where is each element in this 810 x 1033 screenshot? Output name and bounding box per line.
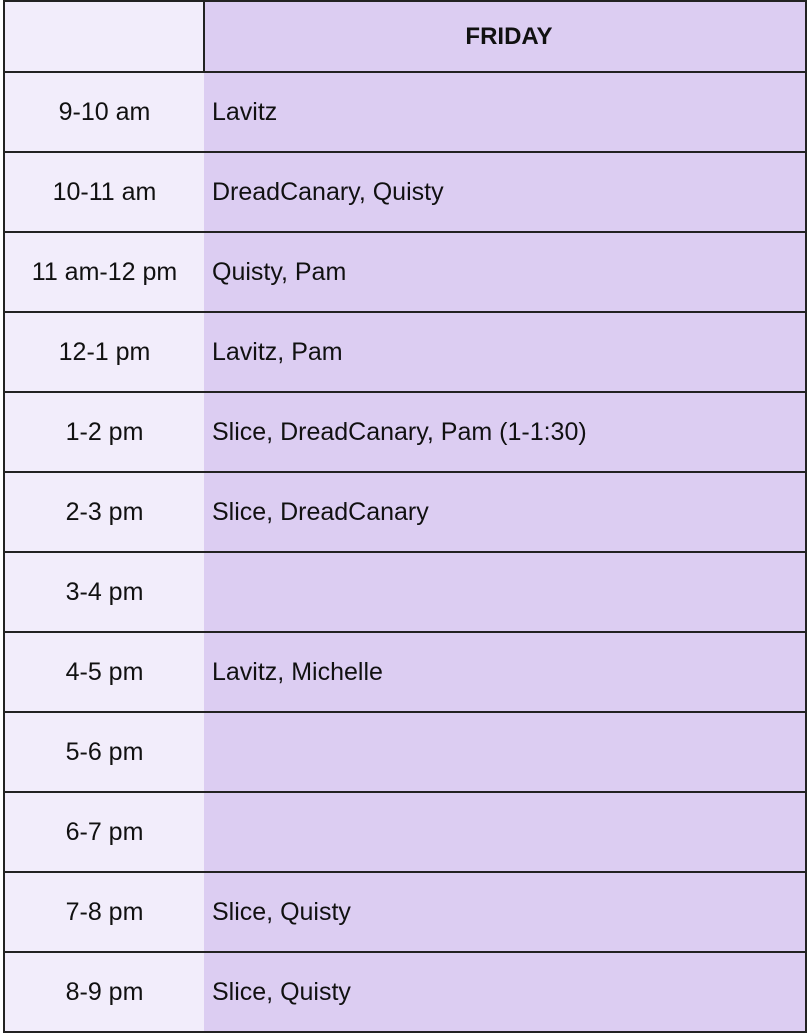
table-row: 4-5 pm Lavitz, Michelle <box>3 631 807 713</box>
corner-cell <box>3 0 205 73</box>
time-slot: 5-6 pm <box>3 711 204 793</box>
time-slot: 3-4 pm <box>3 551 204 633</box>
time-slot: 7-8 pm <box>3 871 204 953</box>
slot-names: Slice, Quisty <box>204 951 807 1033</box>
slot-names: Slice, DreadCanary <box>204 471 807 553</box>
time-slot: 9-10 am <box>3 71 204 153</box>
table-row: 2-3 pm Slice, DreadCanary <box>3 471 807 553</box>
time-slot: 10-11 am <box>3 151 204 233</box>
table-row: 8-9 pm Slice, Quisty <box>3 951 807 1033</box>
slot-names <box>204 551 807 633</box>
table-row: 3-4 pm <box>3 551 807 633</box>
slot-names: Slice, DreadCanary, Pam (1-1:30) <box>204 391 807 473</box>
table-row: 12-1 pm Lavitz, Pam <box>3 311 807 393</box>
time-slot: 12-1 pm <box>3 311 204 393</box>
slot-names: Lavitz, Michelle <box>204 631 807 713</box>
schedule-table: FRIDAY 9-10 am Lavitz 10-11 am DreadCana… <box>3 0 807 1033</box>
table-row: 6-7 pm <box>3 791 807 873</box>
table-row: 11 am-12 pm Quisty, Pam <box>3 231 807 313</box>
time-slot: 6-7 pm <box>3 791 204 873</box>
slot-names <box>204 791 807 873</box>
slot-names: Lavitz <box>204 71 807 153</box>
time-slot: 11 am-12 pm <box>3 231 204 313</box>
slot-names: Lavitz, Pam <box>204 311 807 393</box>
slot-names <box>204 711 807 793</box>
table-row: 10-11 am DreadCanary, Quisty <box>3 151 807 233</box>
header-row: FRIDAY <box>3 0 807 73</box>
time-slot: 1-2 pm <box>3 391 204 473</box>
table-row: 9-10 am Lavitz <box>3 71 807 153</box>
slot-names: DreadCanary, Quisty <box>204 151 807 233</box>
day-header-friday: FRIDAY <box>204 0 807 73</box>
time-slot: 4-5 pm <box>3 631 204 713</box>
table-row: 7-8 pm Slice, Quisty <box>3 871 807 953</box>
slot-names: Slice, Quisty <box>204 871 807 953</box>
slot-names: Quisty, Pam <box>204 231 807 313</box>
table-row: 5-6 pm <box>3 711 807 793</box>
time-slot: 8-9 pm <box>3 951 204 1033</box>
table-row: 1-2 pm Slice, DreadCanary, Pam (1-1:30) <box>3 391 807 473</box>
time-slot: 2-3 pm <box>3 471 204 553</box>
